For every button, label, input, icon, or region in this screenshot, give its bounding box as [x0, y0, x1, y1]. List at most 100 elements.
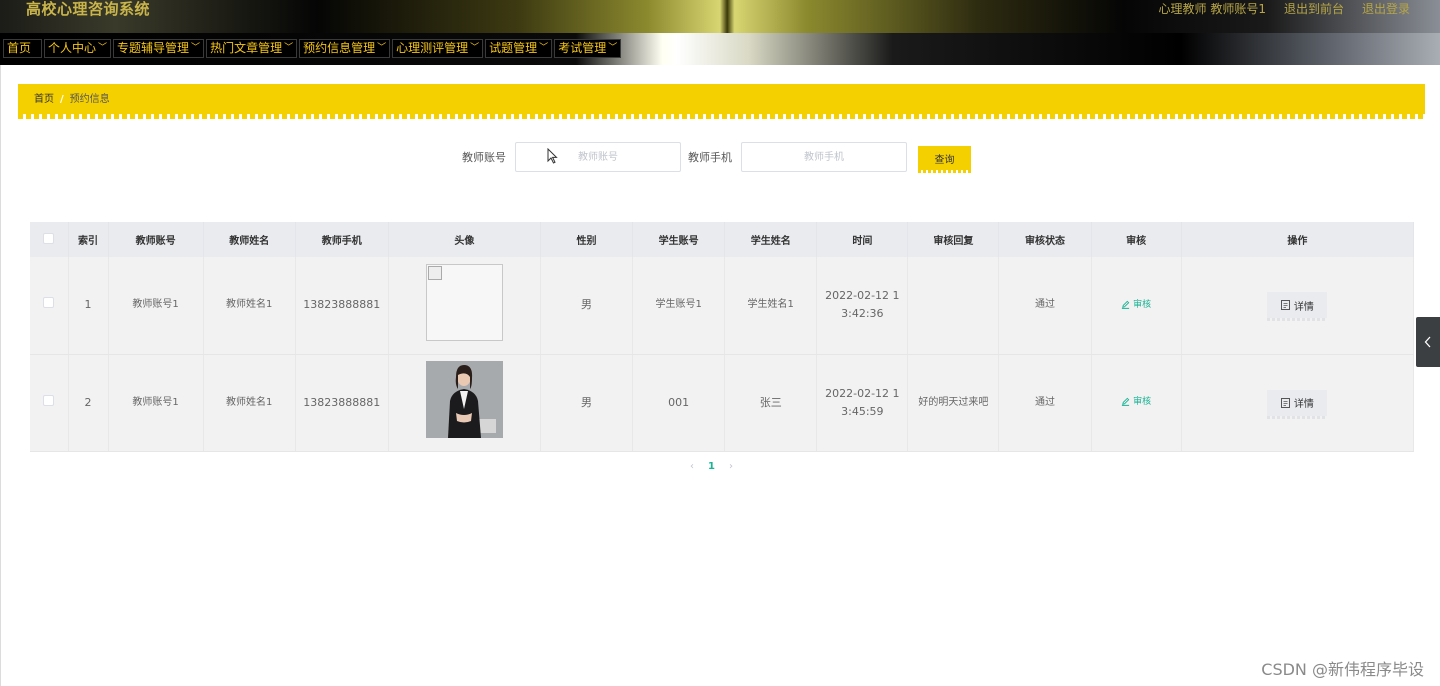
cell-status: 通过 — [998, 354, 1092, 452]
header-gender: 性别 — [540, 222, 634, 257]
cell-teacher-name: 教师姓名1 — [203, 354, 296, 452]
cell-avatar — [388, 257, 542, 355]
cell-time: 2022-02-12 1 3:42:36 — [816, 257, 909, 355]
breadcrumb-separator: / — [60, 94, 64, 105]
nav-item-appointments[interactable]: 预约信息管理 ﹀ — [299, 39, 391, 58]
detail-button[interactable]: 详情 — [1267, 389, 1328, 419]
nav-item-personal-center[interactable]: 个人中心 ﹀ — [44, 39, 112, 58]
chevron-left-icon — [1424, 336, 1431, 348]
nav-item-label: 首页 — [7, 41, 32, 55]
next-page-button[interactable]: › — [729, 461, 733, 472]
cell-gender: 男 — [540, 354, 634, 452]
document-icon — [1280, 300, 1290, 311]
cell-reply — [907, 257, 1000, 355]
cell-reply: 好的明天过来吧 — [907, 354, 1000, 452]
time-line-2: 3:45:59 — [841, 404, 884, 418]
document-icon — [1280, 397, 1290, 408]
time-line-2: 3:42:36 — [841, 307, 884, 321]
edit-icon — [1121, 300, 1130, 309]
chevron-down-icon: ﹀ — [608, 43, 618, 53]
cell-review: 审核 — [1091, 257, 1182, 355]
person-photo-icon — [425, 361, 503, 438]
header-student-account: 学生账号 — [632, 222, 726, 257]
nav-item-psych-tests[interactable]: 心理测评管理 ﹀ — [392, 39, 484, 58]
table-header-row: 索引 教师账号 教师姓名 教师手机 头像 性别 学生账号 学生姓名 时间 审核回… — [30, 222, 1415, 257]
review-link[interactable]: 审核 — [1121, 393, 1151, 411]
breadcrumb-current: 预约信息 — [69, 94, 110, 105]
header-avatar: 头像 — [388, 222, 542, 257]
chevron-down-icon: ﹀ — [191, 43, 201, 53]
cell-student-account: 学生账号1 — [632, 257, 726, 355]
cell-student-name: 学生姓名1 — [724, 257, 818, 355]
app-title: 高校心理咨询系统 — [26, 0, 151, 18]
row-checkbox[interactable] — [43, 297, 55, 309]
row-checkbox[interactable] — [43, 394, 55, 406]
header-student-name: 学生姓名 — [724, 222, 818, 257]
cell-student-account: 001 — [632, 354, 726, 452]
detail-button[interactable]: 详情 — [1267, 292, 1328, 322]
to-front-link[interactable]: 退出到前台 — [1284, 1, 1344, 17]
cell-actions: 详情 — [1181, 354, 1415, 452]
chevron-down-icon: ﹀ — [470, 43, 480, 53]
row-select-cell — [30, 354, 69, 452]
appointments-table: 索引 教师账号 教师姓名 教师手机 头像 性别 学生账号 学生姓名 时间 审核回… — [30, 222, 1415, 452]
cell-avatar — [388, 354, 542, 452]
cell-index: 2 — [68, 354, 109, 452]
detail-label: 详情 — [1293, 301, 1314, 313]
nav-item-home[interactable]: 首页 — [3, 39, 42, 58]
logout-link[interactable]: 退出登录 — [1362, 1, 1410, 17]
header-user-area: 心理教师 教师账号1 退出到前台 退出登录 — [1159, 1, 1410, 17]
breadcrumb-bar — [18, 84, 1425, 114]
header-time: 时间 — [816, 222, 909, 257]
cell-status: 通过 — [998, 257, 1092, 355]
detail-label: 详情 — [1293, 399, 1314, 410]
header-teacher-name: 教师姓名 — [203, 222, 296, 257]
nav-item-label: 心理测评管理 — [396, 41, 469, 55]
review-link[interactable]: 审核 — [1121, 296, 1151, 314]
nav-item-questions[interactable]: 试题管理 ﹀ — [485, 39, 553, 58]
teacher-account-input[interactable] — [515, 142, 681, 172]
watermark: CSDN @新伟程序毕设 — [1261, 660, 1424, 679]
review-label: 审核 — [1133, 396, 1152, 407]
header-index: 索引 — [68, 222, 109, 257]
cell-teacher-account: 教师账号1 — [108, 257, 204, 355]
page-border — [0, 65, 1, 686]
avatar — [425, 361, 503, 438]
nav-item-label: 个人中心 — [48, 41, 97, 55]
nav-item-hot-articles[interactable]: 热门文章管理 ﹀ — [206, 39, 298, 58]
row-select-cell — [30, 257, 69, 355]
search-form: 教师账号 教师手机 — [462, 142, 907, 172]
breadcrumb-decoration — [18, 114, 1425, 119]
mouse-cursor-icon — [547, 148, 558, 164]
time-line-1: 2022-02-12 1 — [825, 386, 900, 400]
header-status: 审核状态 — [998, 222, 1092, 257]
nav-item-label: 专题辅导管理 — [117, 41, 190, 55]
review-label: 审核 — [1133, 299, 1152, 310]
breadcrumb-home[interactable]: 首页 — [34, 93, 54, 106]
breadcrumb: 首页 / 预约信息 — [34, 93, 110, 106]
chevron-down-icon: ﹀ — [539, 43, 549, 53]
prev-page-button[interactable]: ‹ — [690, 461, 694, 472]
nav-item-exams[interactable]: 考试管理 ﹀ — [554, 39, 622, 58]
page-number-current[interactable]: 1 — [708, 461, 715, 472]
cell-student-name: 张三 — [724, 354, 818, 452]
cell-teacher-account: 教师账号1 — [108, 354, 204, 452]
query-button[interactable]: 查询 — [918, 146, 971, 170]
nav-item-topic-guidance[interactable]: 专题辅导管理 ﹀ — [113, 39, 205, 58]
query-button-decoration — [918, 170, 971, 173]
time-line-1: 2022-02-12 1 — [825, 289, 900, 303]
cell-actions: 详情 — [1181, 257, 1415, 355]
header-reply: 审核回复 — [907, 222, 1000, 257]
chevron-down-icon: ﹀ — [284, 43, 294, 53]
cell-index: 1 — [68, 257, 109, 355]
cell-time: 2022-02-12 1 3:45:59 — [816, 354, 909, 452]
teacher-phone-input[interactable] — [741, 142, 907, 172]
broken-image-icon — [425, 263, 503, 341]
header-review: 审核 — [1091, 222, 1182, 257]
user-label: 心理教师 教师账号1 — [1158, 2, 1266, 16]
edit-icon — [1121, 397, 1130, 407]
sidebar-toggle[interactable] — [1416, 317, 1440, 367]
main-nav: 首页 个人中心 ﹀ 专题辅导管理 ﹀ 热门文章管理 ﹀ 预约信息管理 ﹀ 心理测评管理 ﹀… — [3, 39, 622, 58]
select-all-checkbox[interactable] — [43, 232, 55, 244]
nav-item-label: 预约信息管理 — [303, 41, 376, 55]
